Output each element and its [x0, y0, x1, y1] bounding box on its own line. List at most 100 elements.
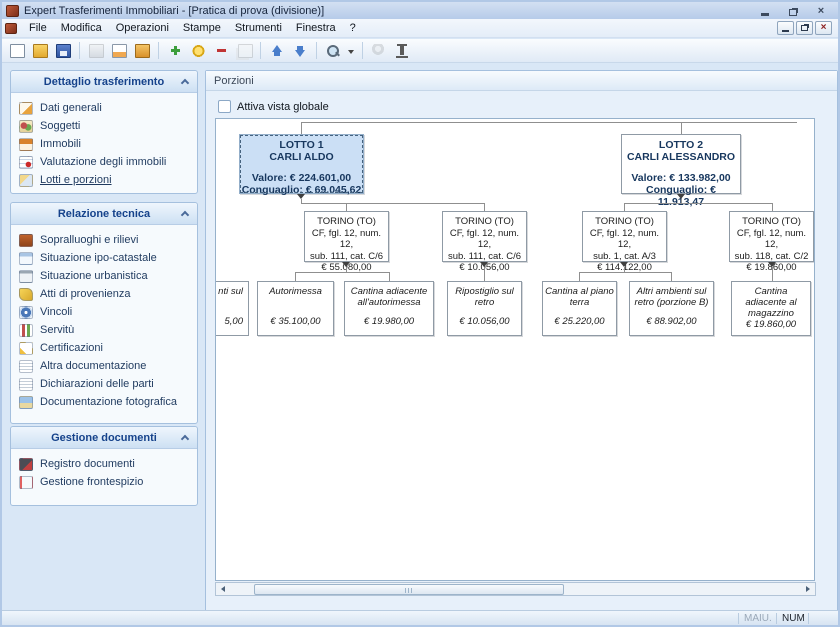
- toolbar-separator: [260, 42, 261, 59]
- content-panel: Porzioni Attiva vista globale LOTTO 1 CA…: [205, 70, 838, 614]
- deeds-icon: [19, 288, 33, 301]
- sidebar-item-registro-documenti[interactable]: Registro documenti: [19, 455, 193, 473]
- panel-header[interactable]: Relazione tecnica: [11, 203, 197, 225]
- menu-operazioni[interactable]: Operazioni: [109, 20, 176, 36]
- portion-node-ripostiglio[interactable]: Ripostiglio sul retro € 10.056,00: [447, 281, 522, 336]
- move-up-button[interactable]: [267, 41, 287, 61]
- app-icon: [6, 5, 19, 17]
- lot-node-lotto-2[interactable]: LOTTO 2 CARLI ALESSANDRO Valore: € 133.9…: [621, 134, 741, 194]
- sidebar-item-dati-generali[interactable]: Dati generali: [19, 99, 193, 117]
- lot-node-lotto-1[interactable]: LOTTO 1 CARLI ALDO Valore: € 224.601,00 …: [239, 134, 364, 194]
- menu-help[interactable]: ?: [343, 20, 363, 36]
- document-system-icon[interactable]: [5, 23, 17, 34]
- horizontal-scrollbar[interactable]: [215, 582, 816, 596]
- portion-node-autorimessa[interactable]: Autorimessa € 35.100,00: [257, 281, 334, 336]
- close-button[interactable]: ×: [814, 5, 828, 17]
- sidebar-item-certificazioni[interactable]: Certificazioni: [19, 339, 193, 357]
- collapse-chevron-icon[interactable]: [181, 435, 189, 443]
- copy-button[interactable]: [234, 41, 254, 61]
- minimize-button[interactable]: [758, 5, 772, 17]
- web-button[interactable]: [369, 41, 389, 61]
- general-data-icon: [19, 102, 33, 115]
- menu-stampe[interactable]: Stampe: [176, 20, 228, 36]
- print-icon: [89, 44, 104, 58]
- column-view-button[interactable]: [392, 41, 412, 61]
- unit-ref: sub. 1, cat. A/3: [583, 251, 666, 263]
- portion-node-cantina-autorimessa[interactable]: Cantina adiacente all'autorimessa € 19.9…: [344, 281, 434, 336]
- sidebar-item-altra-documentazione[interactable]: Altra documentazione: [19, 357, 193, 375]
- portion-name: Cantina al piano terra: [544, 286, 615, 308]
- sidebar-item-lotti-e-porzioni[interactable]: Lotti e porzioni: [19, 171, 193, 189]
- collapse-chevron-icon[interactable]: [181, 211, 189, 219]
- scroll-right-button[interactable]: [801, 583, 815, 595]
- panel-header[interactable]: Gestione documenti: [11, 427, 197, 449]
- sidebar-item-sopralluoghi[interactable]: Sopralluoghi e rilievi: [19, 231, 193, 249]
- export-document-button[interactable]: [109, 41, 129, 61]
- export-folder-icon: [135, 44, 150, 58]
- zoom-dropdown-button[interactable]: [346, 41, 356, 61]
- unit-node-1[interactable]: TORINO (TO) CF, fgl. 12, num. 12, sub. 1…: [304, 211, 389, 262]
- sidebar-item-documentazione-fotografica[interactable]: Documentazione fotografica: [19, 393, 193, 411]
- toolbar: [2, 39, 838, 63]
- application-window: Expert Trasferimenti Immobiliari - [Prat…: [0, 0, 840, 627]
- mdi-restore-button[interactable]: [796, 21, 813, 35]
- sidebar-item-valutazione[interactable]: Valutazione degli immobili: [19, 153, 193, 171]
- portions-tree-canvas[interactable]: LOTTO 1 CARLI ALDO Valore: € 224.601,00 …: [215, 118, 815, 581]
- menu-modifica[interactable]: Modifica: [54, 20, 109, 36]
- portion-value: € 10.056,00: [449, 316, 520, 327]
- connector-line: [295, 272, 296, 281]
- sidebar-item-servitu[interactable]: Servitù: [19, 321, 193, 339]
- lot-value: Valore: € 133.982,00: [622, 172, 740, 184]
- portion-name: Cantina adiacente al magazzino: [733, 286, 809, 319]
- sidebar-item-atti-provenienza[interactable]: Atti di provenienza: [19, 285, 193, 303]
- menu-strumenti[interactable]: Strumenti: [228, 20, 289, 36]
- new-button[interactable]: [7, 41, 27, 61]
- delete-button[interactable]: [211, 41, 231, 61]
- save-button[interactable]: [53, 41, 73, 61]
- sidebar-item-immobili[interactable]: Immobili: [19, 135, 193, 153]
- restore-button[interactable]: [786, 5, 800, 17]
- sidebar-item-gestione-frontespizio[interactable]: Gestione frontespizio: [19, 473, 193, 491]
- mdi-minimize-button[interactable]: [777, 21, 794, 35]
- portion-node-cantina-piano-terra[interactable]: Cantina al piano terra € 25.220,00: [542, 281, 617, 336]
- open-button[interactable]: [30, 41, 50, 61]
- export-folder-button[interactable]: [132, 41, 152, 61]
- connector-line: [301, 122, 797, 123]
- sidebar-item-urbanistica[interactable]: Situazione urbanistica: [19, 267, 193, 285]
- move-down-button[interactable]: [290, 41, 310, 61]
- unit-ref: CF, fgl. 12, num. 12,: [443, 228, 526, 251]
- sidebar-item-dichiarazioni[interactable]: Dichiarazioni delle parti: [19, 375, 193, 393]
- sidebar-item-vincoli[interactable]: Vincoli: [19, 303, 193, 321]
- portion-node-altri-ambienti[interactable]: Altri ambienti sul retro (porzione B) € …: [629, 281, 714, 336]
- global-view-checkbox[interactable]: [218, 100, 231, 113]
- menu-file[interactable]: File: [22, 20, 54, 36]
- new-document-icon: [10, 44, 25, 58]
- status-divider: [808, 613, 809, 624]
- connector-line: [579, 272, 671, 273]
- unit-ref: sub. 111, cat. C/6: [443, 251, 526, 263]
- connector-line: [772, 203, 773, 211]
- panel-gestione-documenti: Gestione documenti Registro documenti Ge…: [10, 426, 198, 506]
- unit-node-4[interactable]: TORINO (TO) CF, fgl. 12, num. 12, sub. 1…: [729, 211, 814, 262]
- frontpage-icon: [19, 476, 33, 489]
- scrollbar-thumb[interactable]: [254, 584, 564, 595]
- add-button[interactable]: [165, 41, 185, 61]
- portion-node-clipped[interactable]: nti sul 5,00: [215, 281, 249, 336]
- unit-node-3[interactable]: TORINO (TO) CF, fgl. 12, num. 12, sub. 1…: [582, 211, 667, 262]
- sidebar-item-soggetti[interactable]: Soggetti: [19, 117, 193, 135]
- modify-button[interactable]: [188, 41, 208, 61]
- unit-node-2[interactable]: TORINO (TO) CF, fgl. 12, num. 12, sub. 1…: [442, 211, 527, 262]
- portion-value: € 19.860,00: [733, 319, 809, 330]
- print-button[interactable]: [86, 41, 106, 61]
- portion-value: € 35.100,00: [259, 316, 332, 327]
- sidebar-item-ipo-catastale[interactable]: Situazione ipo-catastale: [19, 249, 193, 267]
- collapse-chevron-icon[interactable]: [181, 79, 189, 87]
- portion-node-cantina-magazzino[interactable]: Cantina adiacente al magazzino € 19.860,…: [731, 281, 811, 336]
- menu-finestra[interactable]: Finestra: [289, 20, 343, 36]
- zoom-button[interactable]: [323, 41, 343, 61]
- window-title: Expert Trasferimenti Immobiliari - [Prat…: [24, 5, 324, 17]
- mdi-close-button[interactable]: ×: [815, 21, 832, 35]
- panel-header[interactable]: Dettaglio trasferimento: [11, 71, 197, 93]
- scroll-left-button[interactable]: [216, 583, 230, 595]
- status-bar: MAIU. NUM: [2, 610, 838, 625]
